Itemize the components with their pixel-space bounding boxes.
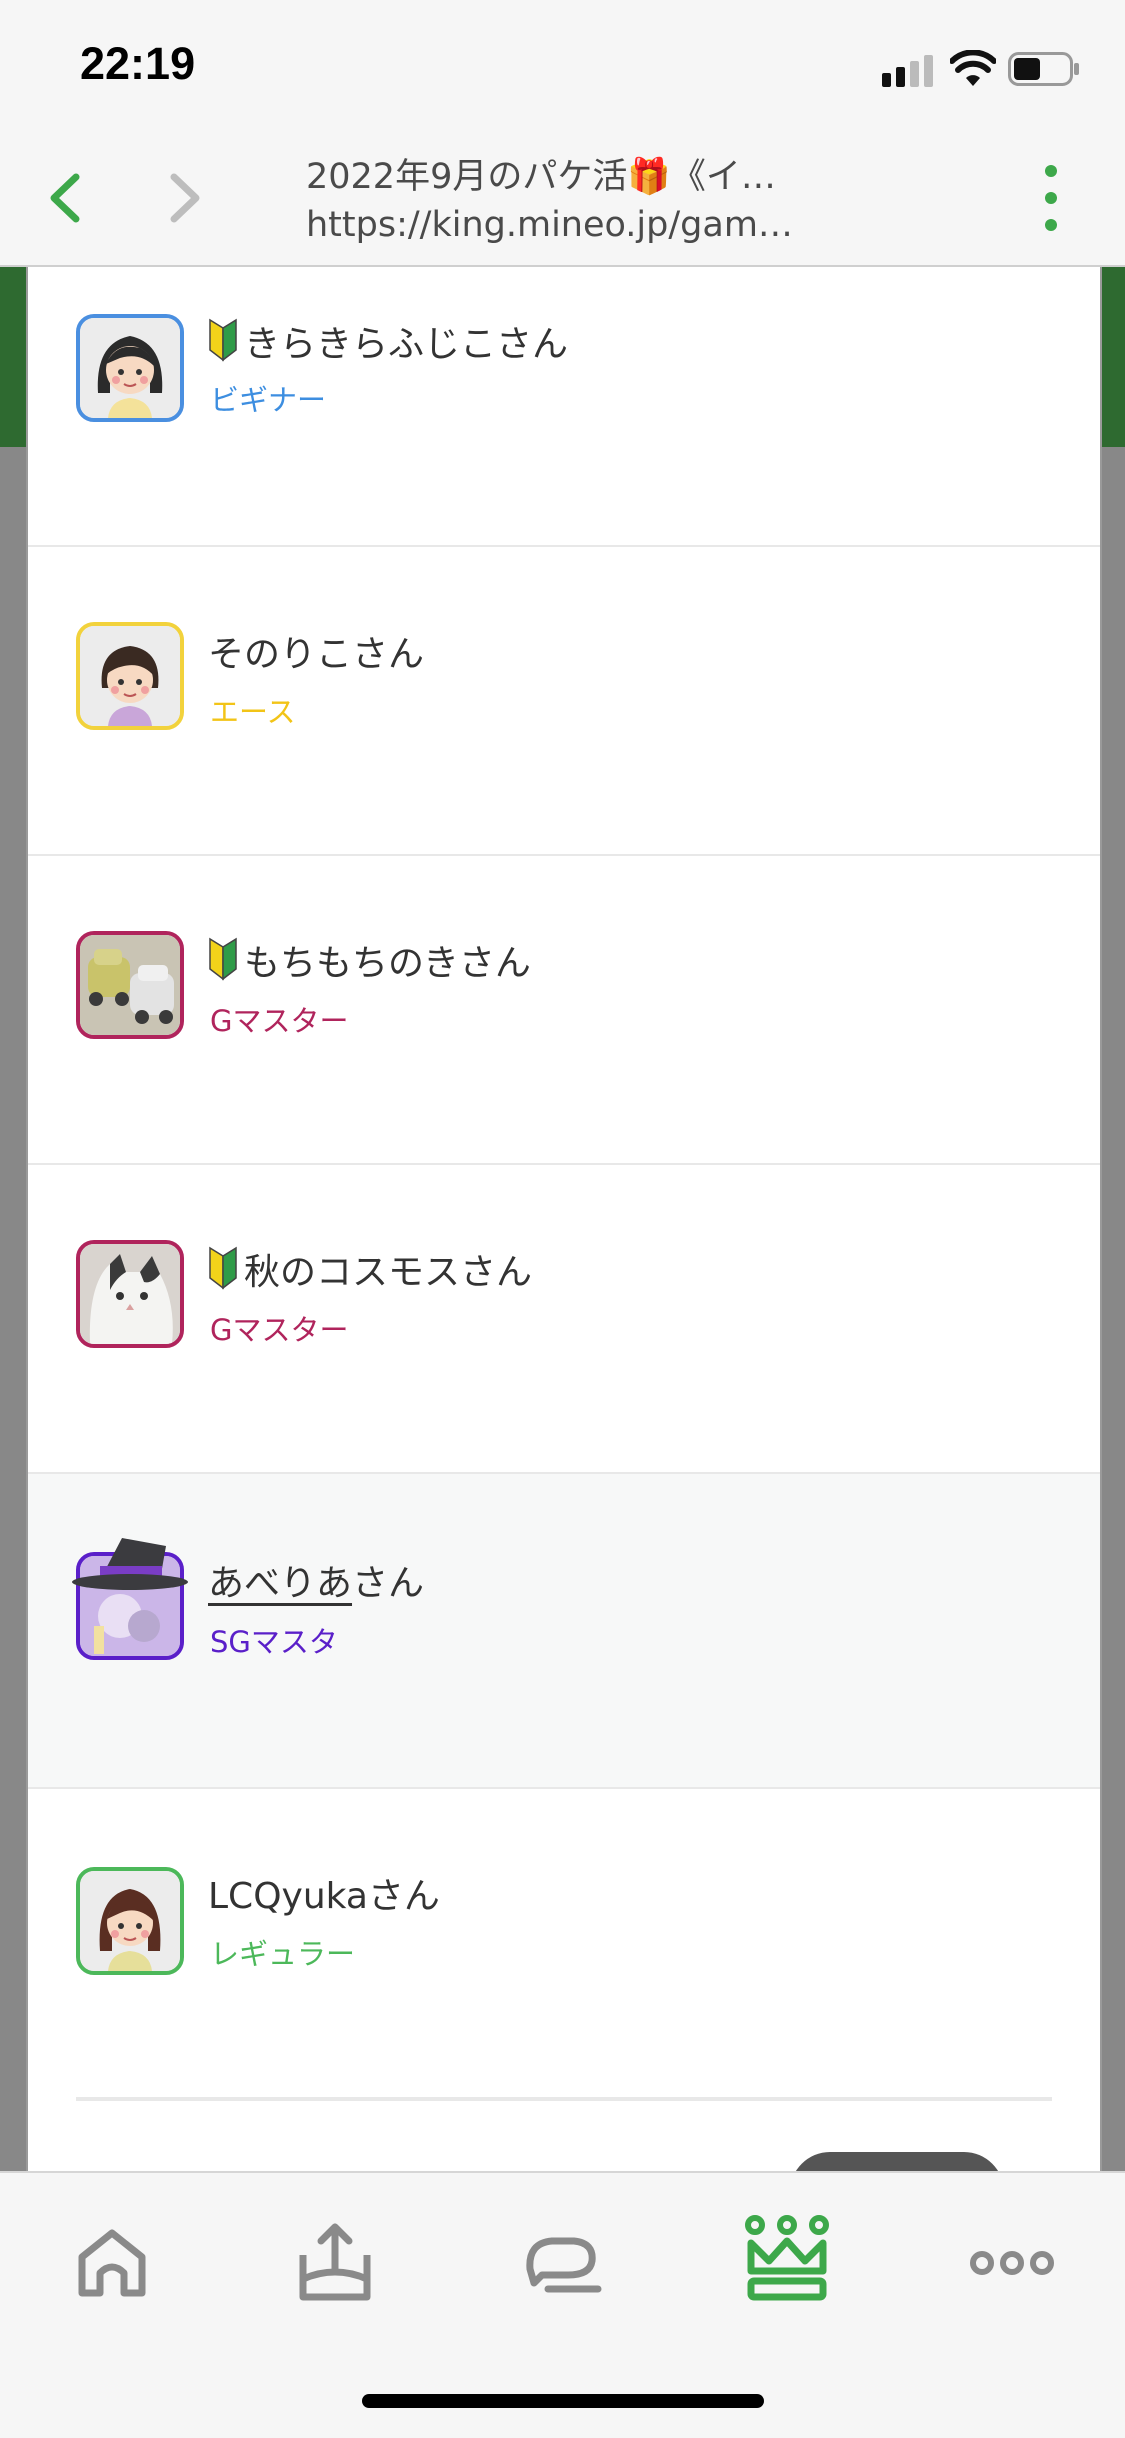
list-item[interactable]: もちもちのきさん Gマスター	[28, 856, 1100, 1165]
avatar[interactable]	[76, 314, 184, 422]
avatar[interactable]	[72, 1538, 188, 1660]
back-icon[interactable]	[40, 163, 90, 233]
status-time: 22:19	[80, 38, 196, 89]
user-rank: レギュラー	[210, 1937, 356, 1971]
user-rank: Gマスター	[210, 1004, 349, 1038]
user-name[interactable]: きらきらふじこさん	[208, 315, 568, 367]
page-url: https://king.mineo.jp/gam…	[306, 205, 793, 245]
signal-icon	[882, 55, 933, 87]
user-rank: ビギナー	[210, 383, 327, 417]
page-title: 2022年9月のパケ活🎁《イ…	[306, 157, 776, 197]
woman-avatar-icon	[80, 626, 180, 726]
user-list-panel: きらきらふじこさん ビギナー そのりこさん エース もちもちのきさん Gマスター…	[26, 267, 1102, 2171]
forward-icon[interactable]	[160, 163, 210, 233]
avatar[interactable]	[76, 622, 184, 730]
user-rank: Gマスター	[210, 1313, 349, 1347]
chat-icon[interactable]	[512, 2213, 612, 2313]
list-item[interactable]: 秋のコスモスさん Gマスター	[28, 1165, 1100, 1474]
user-name[interactable]: あべりあさん	[208, 1554, 424, 1606]
woman-avatar-icon	[80, 318, 180, 418]
battery-icon	[1008, 52, 1079, 86]
list-item[interactable]: そのりこさん エース	[28, 547, 1100, 856]
beginner-mark-icon	[209, 1246, 237, 1290]
status-bar: 22:19	[0, 0, 1125, 135]
home-icon[interactable]	[62, 2213, 162, 2313]
user-rank: SGマスタ	[210, 1625, 338, 1659]
witch-hat-icon	[72, 1538, 188, 1590]
avatar[interactable]	[76, 931, 184, 1039]
floating-button[interactable]	[790, 2152, 1004, 2171]
upload-icon[interactable]	[285, 2213, 385, 2313]
beginner-mark-icon	[209, 937, 237, 981]
more-icon[interactable]	[962, 2213, 1062, 2313]
avatar[interactable]	[76, 1240, 184, 1348]
toy-cars-photo	[80, 935, 180, 1035]
user-name-link[interactable]: あべりあ	[208, 1563, 352, 1604]
list-item[interactable]: LCQyukaさん レギュラー	[28, 1789, 1100, 2096]
browser-toolbar: 2022年9月のパケ活🎁《イ… https://king.mineo.jp/ga…	[0, 135, 1125, 267]
woman-avatar-icon	[80, 1871, 180, 1971]
home-indicator	[362, 2394, 764, 2408]
divider	[76, 2097, 1052, 2101]
user-name[interactable]: そのりこさん	[208, 625, 424, 677]
crown-icon[interactable]	[737, 2213, 837, 2313]
avatar[interactable]	[76, 1867, 184, 1975]
cat-photo	[80, 1244, 180, 1344]
beginner-mark-icon	[209, 318, 237, 362]
user-rank: エース	[210, 695, 296, 729]
user-name[interactable]: もちもちのきさん	[208, 934, 531, 986]
more-menu-icon[interactable]	[1040, 165, 1062, 235]
address-bar[interactable]: 2022年9月のパケ活🎁《イ… https://king.mineo.jp/ga…	[306, 153, 866, 249]
list-item[interactable]: あべりあさん SGマスタ	[28, 1474, 1100, 1789]
user-name[interactable]: LCQyukaさん	[208, 1867, 440, 1919]
wifi-icon	[950, 50, 996, 86]
user-name[interactable]: 秋のコスモスさん	[208, 1243, 532, 1295]
list-item[interactable]: きらきらふじこさん ビギナー	[28, 267, 1100, 547]
web-content: きらきらふじこさん ビギナー そのりこさん エース もちもちのきさん Gマスター…	[0, 267, 1125, 2171]
